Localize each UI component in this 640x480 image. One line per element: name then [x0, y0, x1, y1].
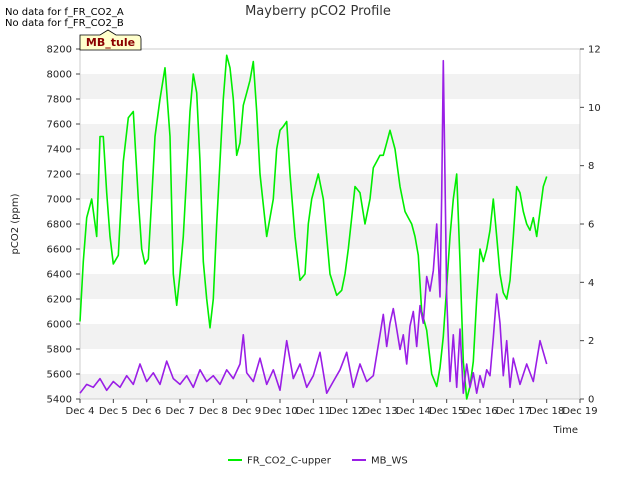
y2-tick-label: 10 — [588, 103, 601, 114]
y-tick-label: 7600 — [47, 120, 72, 131]
y-tick-label: 8000 — [47, 70, 72, 81]
grid-band — [80, 324, 580, 349]
pco2-chart: Mayberry pCO2 Profile 540056005800600062… — [10, 4, 601, 467]
y-tick-label: 5400 — [47, 395, 72, 406]
chart-title: Mayberry pCO2 Profile — [245, 4, 391, 19]
legend: FR_CO2_C-upper MB_WS — [228, 456, 408, 467]
y-tick-label: 5800 — [47, 345, 72, 356]
x-tick-label: Dec 15 — [429, 406, 464, 417]
x-tick-label: Dec 12 — [329, 406, 364, 417]
y-tick-label: 6400 — [47, 270, 72, 281]
y-axis-label: pCO2 (ppm) — [10, 193, 21, 254]
y-tick-label: 6600 — [47, 245, 72, 256]
x-tick-label: Dec 5 — [99, 406, 128, 417]
y2-tick-label: 6 — [588, 220, 594, 231]
x-tick-label: Dec 11 — [296, 406, 331, 417]
y-tick-label: 8200 — [47, 45, 72, 56]
y-tick-label: 7000 — [47, 195, 72, 206]
x-tick-label: Dec 6 — [132, 406, 161, 417]
y-tick-label: 7200 — [47, 170, 72, 181]
y-tick-label: 5600 — [47, 370, 72, 381]
x-axis-label: Time — [553, 425, 578, 436]
y-tick-label: 7400 — [47, 145, 72, 156]
y-axis-ticks: 5400 5600 5800 6000 6200 6400 6600 6800 7000 7200… — [47, 45, 80, 406]
x-tick-label: Dec 18 — [529, 406, 564, 417]
y-tick-label: 6000 — [47, 320, 72, 331]
x-axis-ticks: Dec 4 Dec 5 Dec 6 Dec 7 Dec 8 Dec 9 Dec 10Dec … — [66, 399, 598, 417]
grid-band — [80, 224, 580, 249]
x-tick-label: Dec 14 — [396, 406, 431, 417]
y-tick-label: 6800 — [47, 220, 72, 231]
x-tick-label: Dec 17 — [496, 406, 531, 417]
x-tick-label: Dec 13 — [362, 406, 397, 417]
x-tick-label: Dec 9 — [232, 406, 261, 417]
x-tick-label: Dec 16 — [462, 406, 497, 417]
x-tick-label: Dec 4 — [66, 406, 95, 417]
site-tag: MB_tule — [79, 29, 142, 51]
grid-band — [80, 174, 580, 199]
y2-tick-label: 4 — [588, 278, 594, 289]
y2-tick-label: 0 — [588, 395, 594, 406]
y2-tick-label: 12 — [588, 45, 601, 56]
y2-axis-ticks: 0 2 4 6 8 10 12 — [580, 45, 601, 406]
x-tick-label: Dec 8 — [199, 406, 228, 417]
y2-tick-label: 2 — [588, 336, 594, 347]
x-tick-label: Dec 10 — [262, 406, 297, 417]
y2-tick-label: 8 — [588, 161, 594, 172]
grid-band — [80, 74, 580, 99]
x-tick-label: Dec 7 — [166, 406, 195, 417]
y-tick-label: 6200 — [47, 295, 72, 306]
site-tag-label: MB_tule — [86, 36, 135, 49]
legend-label: MB_WS — [371, 456, 408, 467]
legend-label: FR_CO2_C-upper — [247, 456, 332, 467]
y-tick-label: 7800 — [47, 95, 72, 106]
x-tick-label: Dec 19 — [562, 406, 597, 417]
